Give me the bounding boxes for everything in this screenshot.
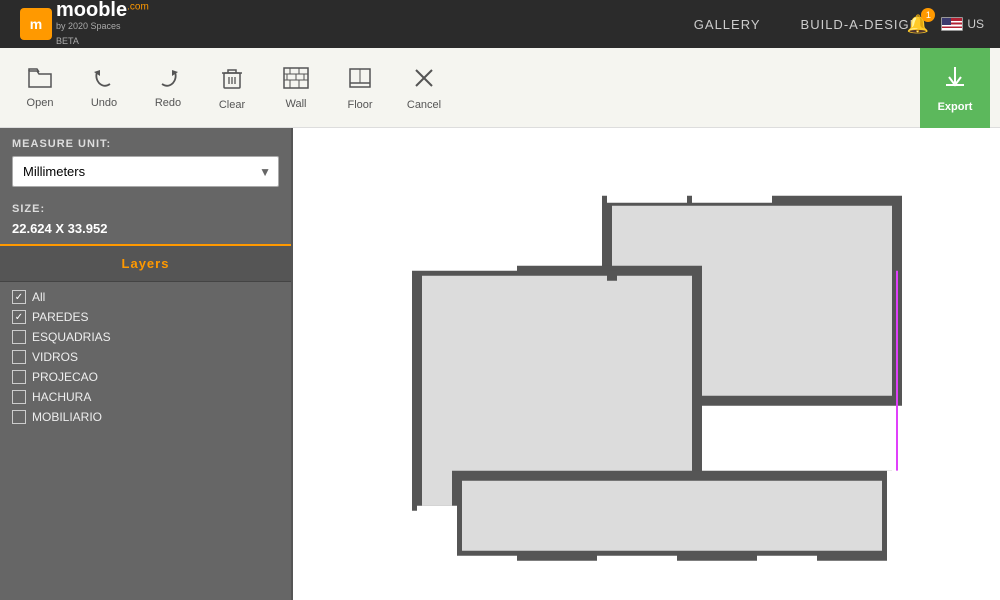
layer-name-paredes: PAREDES: [32, 310, 88, 324]
main-area: MEASURE UNIT: Millimeters ▼ SIZE: 22.624…: [0, 128, 1000, 600]
open-label: Open: [27, 97, 54, 109]
size-label: SIZE:: [12, 203, 279, 215]
layer-item-all[interactable]: All: [12, 290, 279, 304]
us-flag-icon: [941, 17, 963, 31]
trash-icon: [219, 65, 245, 95]
undo-icon: [91, 67, 117, 93]
sidebar: MEASURE UNIT: Millimeters ▼ SIZE: 22.624…: [0, 128, 293, 600]
layers-header: Layers: [0, 244, 291, 282]
unit-select[interactable]: Millimeters: [12, 156, 279, 187]
layer-checkbox-projecao[interactable]: [12, 370, 26, 384]
layer-name-esquadrias: ESQUADRIAS: [32, 330, 111, 344]
layer-name-all: All: [32, 290, 45, 304]
top-navigation: m mooble.com by 2020 Spaces BETA GALLERY…: [0, 0, 1000, 48]
logo-name: mooble: [56, 0, 127, 21]
layer-item-paredes[interactable]: PAREDES: [12, 310, 279, 324]
layer-name-projecao: PROJECAO: [32, 370, 98, 384]
logo: m mooble.com by 2020 Spaces BETA: [20, 0, 149, 49]
floor-button[interactable]: Floor: [330, 59, 390, 117]
open-icon: [27, 67, 53, 93]
canvas-area[interactable]: [293, 128, 1000, 600]
layer-name-hachura: HACHURA: [32, 390, 91, 404]
flag-canton: [942, 18, 951, 25]
layers-list: All PAREDES ESQUADRIAS VIDROS PROJECAO HACHUR…: [0, 282, 291, 432]
measure-section: MEASURE UNIT: Millimeters ▼: [0, 128, 291, 197]
export-label: Export: [938, 101, 973, 113]
cancel-icon: [411, 65, 437, 95]
layer-item-hachura[interactable]: HACHURA: [12, 390, 279, 404]
layer-checkbox-paredes[interactable]: [12, 310, 26, 324]
nav-links: GALLERY BUILD-A-DESIGN: [694, 17, 920, 32]
redo-icon: [155, 67, 181, 93]
measure-label: MEASURE UNIT:: [12, 138, 279, 150]
wall-button[interactable]: Wall: [266, 60, 326, 116]
language-selector[interactable]: US: [941, 17, 984, 31]
layer-item-vidros[interactable]: VIDROS: [12, 350, 279, 364]
open-button[interactable]: Open: [10, 61, 70, 115]
floor-icon: [346, 65, 374, 95]
layer-checkbox-esquadrias[interactable]: [12, 330, 26, 344]
layer-checkbox-hachura[interactable]: [12, 390, 26, 404]
nav-gallery[interactable]: GALLERY: [694, 17, 761, 32]
size-value: 22.624 X 33.952: [12, 221, 279, 236]
layer-checkbox-all[interactable]: [12, 290, 26, 304]
layer-checkbox-mobiliario[interactable]: [12, 410, 26, 424]
layer-item-mobiliario[interactable]: MOBILIARIO: [12, 410, 279, 424]
floor-label: Floor: [347, 99, 372, 111]
redo-button[interactable]: Redo: [138, 61, 198, 115]
size-section: SIZE: 22.624 X 33.952: [0, 197, 291, 244]
cancel-button[interactable]: Cancel: [394, 59, 454, 117]
undo-label: Undo: [91, 97, 117, 109]
layer-name-mobiliario: MOBILIARIO: [32, 410, 102, 424]
layer-name-vidros: VIDROS: [32, 350, 78, 364]
clear-button[interactable]: Clear: [202, 59, 262, 117]
toolbar: Open Undo Redo Clear: [0, 48, 1000, 128]
language-label: US: [967, 17, 984, 31]
layer-item-projecao[interactable]: PROJECAO: [12, 370, 279, 384]
layer-checkbox-vidros[interactable]: [12, 350, 26, 364]
redo-label: Redo: [155, 97, 181, 109]
export-icon: [941, 63, 969, 97]
logo-beta: BETA: [56, 36, 79, 46]
cancel-label: Cancel: [407, 99, 441, 111]
logo-text: mooble.com by 2020 Spaces BETA: [56, 0, 149, 49]
nav-build-a-design[interactable]: BUILD-A-DESIGN: [801, 17, 920, 32]
clear-label: Clear: [219, 99, 245, 111]
notification-badge: 1: [921, 8, 935, 22]
undo-button[interactable]: Undo: [74, 61, 134, 115]
logo-icon: m: [20, 8, 52, 40]
wall-icon: [282, 66, 310, 94]
floor-plan: [387, 191, 907, 576]
notification-button[interactable]: 🔔 1: [907, 14, 929, 35]
unit-select-wrap: Millimeters ▼: [12, 156, 279, 187]
layer-item-esquadrias[interactable]: ESQUADRIAS: [12, 330, 279, 344]
nav-right: 🔔 1 US: [907, 14, 984, 35]
wall-label: Wall: [286, 98, 307, 110]
export-button[interactable]: Export: [920, 48, 990, 128]
logo-com: .com: [127, 2, 149, 13]
logo-by: by 2020 Spaces: [56, 22, 149, 31]
